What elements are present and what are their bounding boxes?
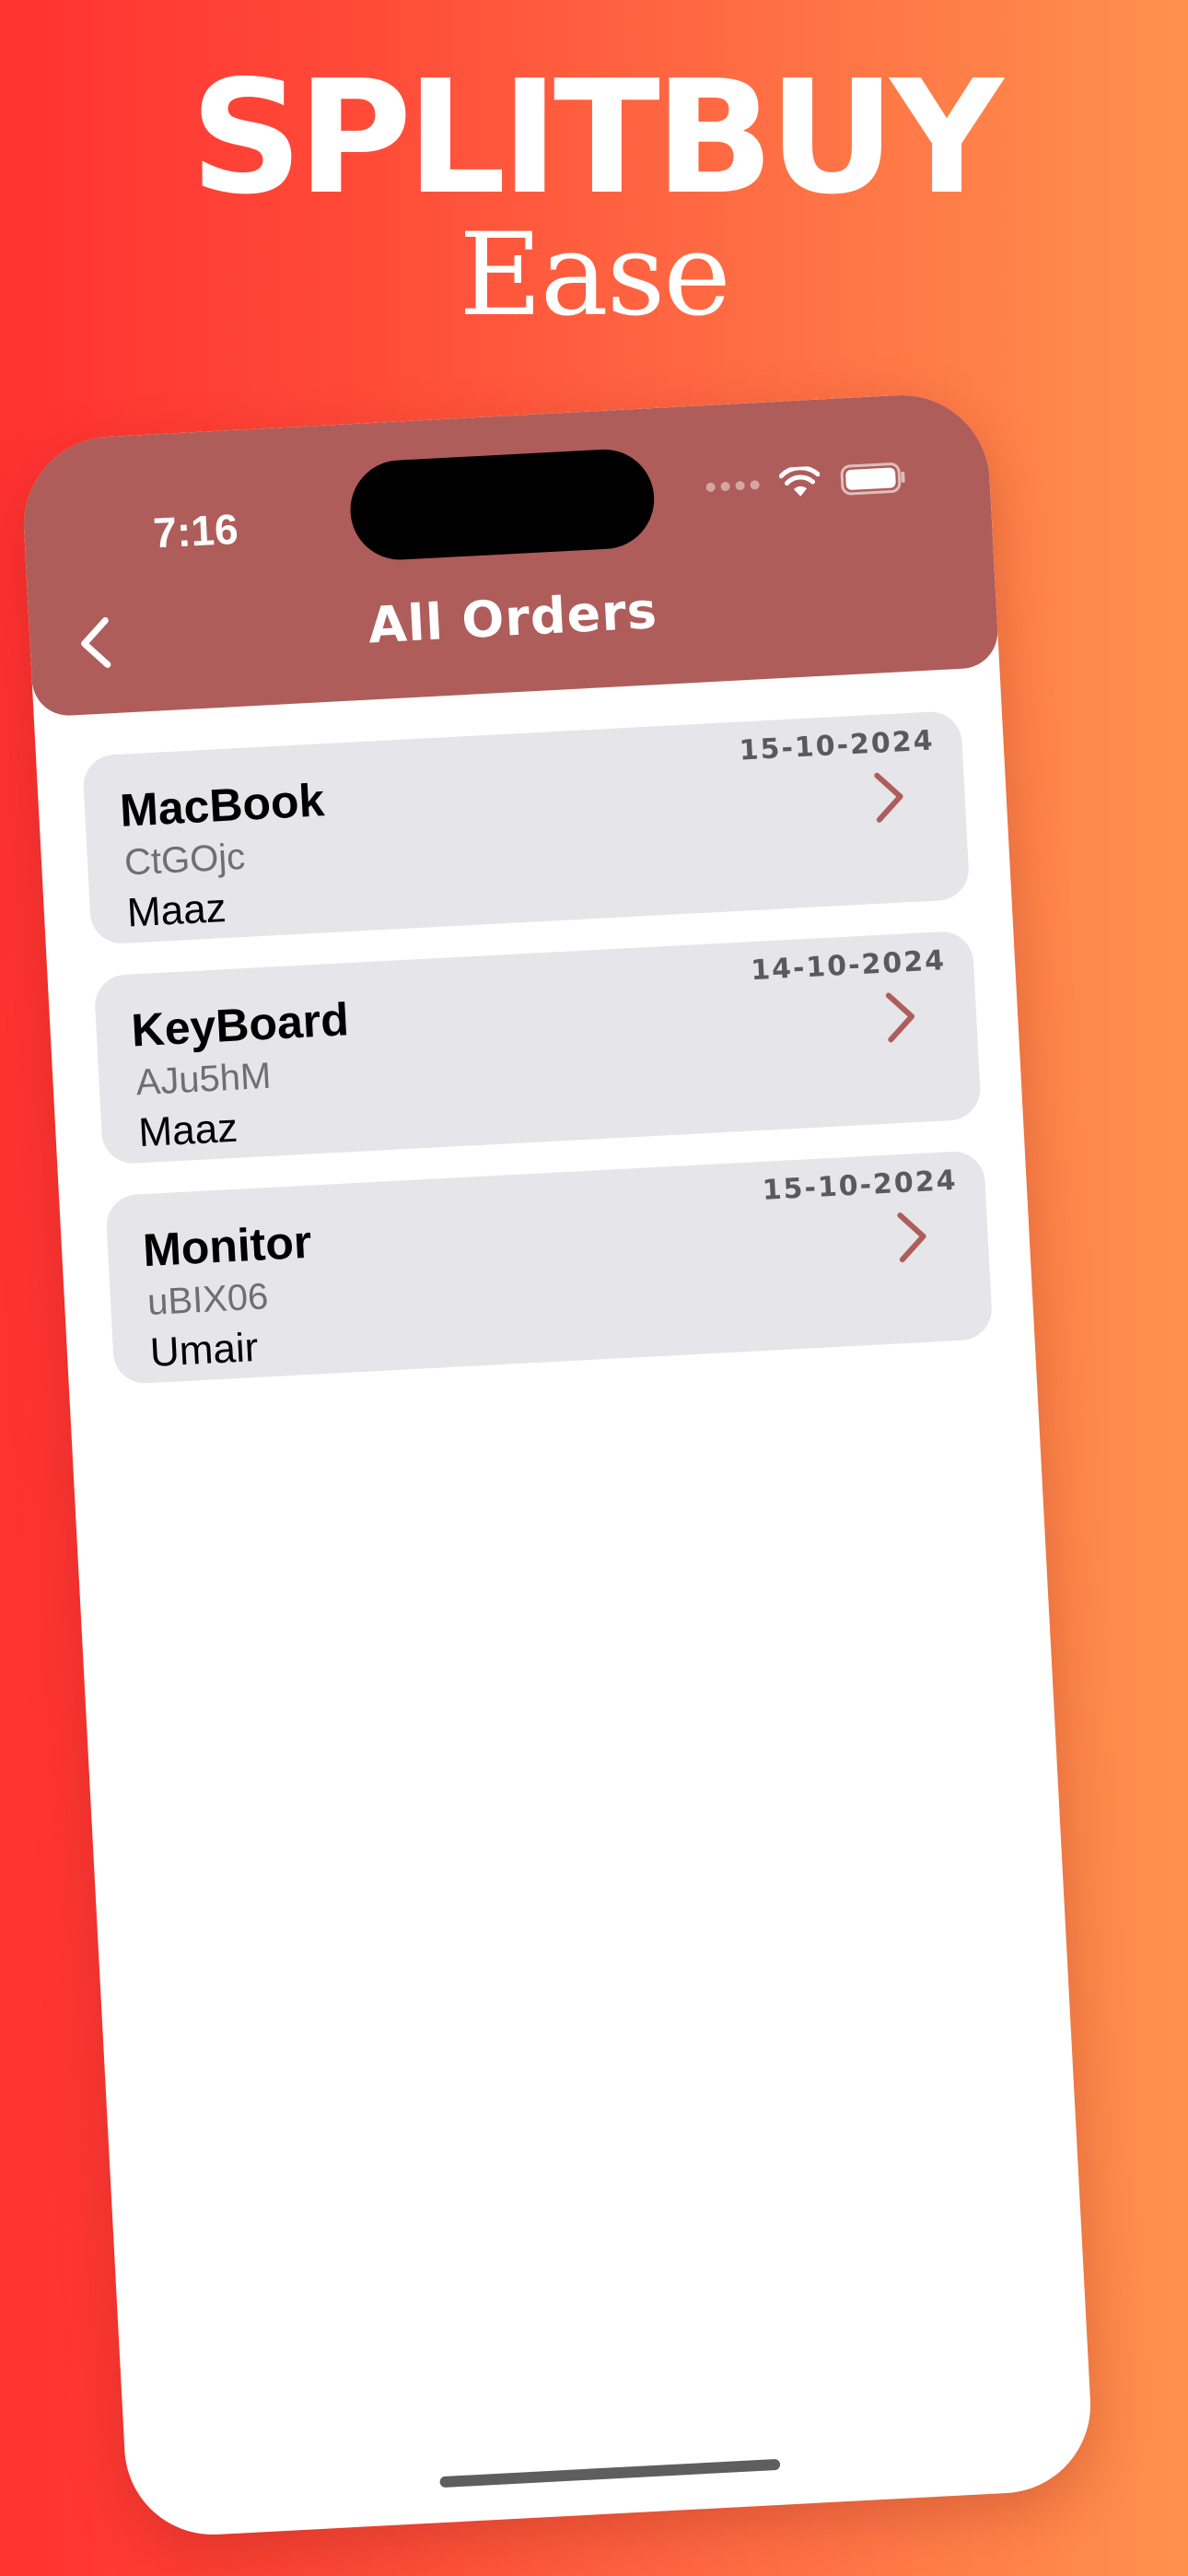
- order-user: Umair: [148, 1324, 260, 1376]
- order-date: 15-10-2024: [738, 724, 936, 767]
- order-code: uBIX06: [146, 1276, 270, 1324]
- battery-icon: [840, 462, 908, 497]
- order-name: KeyBoard: [130, 993, 351, 1057]
- phone-frame: 7:16 All Orders MacBook CtGOjc Maaz 15-1…: [19, 391, 1095, 2539]
- promo-header: SPLITBUY Ease: [0, 55, 1188, 335]
- promo-title: SPLITBUY: [190, 47, 1003, 229]
- page-title: All Orders: [367, 581, 659, 655]
- dynamic-island: [347, 447, 657, 563]
- order-code: AJu5hM: [134, 1055, 273, 1104]
- wifi-icon: [778, 465, 821, 499]
- chevron-right-icon: [885, 992, 915, 1043]
- chevron-right-icon: [874, 772, 903, 823]
- order-user: Maaz: [137, 1105, 239, 1156]
- chevron-right-icon: [897, 1212, 926, 1263]
- order-code: CtGOjc: [123, 836, 247, 884]
- promo-subtitle: Ease: [459, 209, 730, 342]
- order-card-macbook[interactable]: MacBook CtGOjc Maaz 15-10-2024: [82, 709, 971, 945]
- status-time: 7:16: [152, 504, 239, 557]
- status-indicators: [705, 462, 907, 503]
- order-card-keyboard[interactable]: KeyBoard AJu5hM Maaz 14-10-2024: [93, 930, 982, 1165]
- orders-list: MacBook CtGOjc Maaz 15-10-2024 KeyBoard …: [82, 709, 995, 1416]
- navigation-bar: 7:16 All Orders: [19, 391, 1000, 718]
- home-indicator[interactable]: [439, 2458, 781, 2488]
- signal-icon: [705, 480, 760, 493]
- order-name: Monitor: [141, 1215, 313, 1277]
- order-name: MacBook: [118, 774, 326, 837]
- order-card-monitor[interactable]: Monitor uBIX06 Umair 15-10-2024: [105, 1150, 994, 1386]
- order-date: 15-10-2024: [761, 1164, 959, 1207]
- order-date: 14-10-2024: [750, 944, 947, 988]
- order-user: Maaz: [125, 885, 227, 936]
